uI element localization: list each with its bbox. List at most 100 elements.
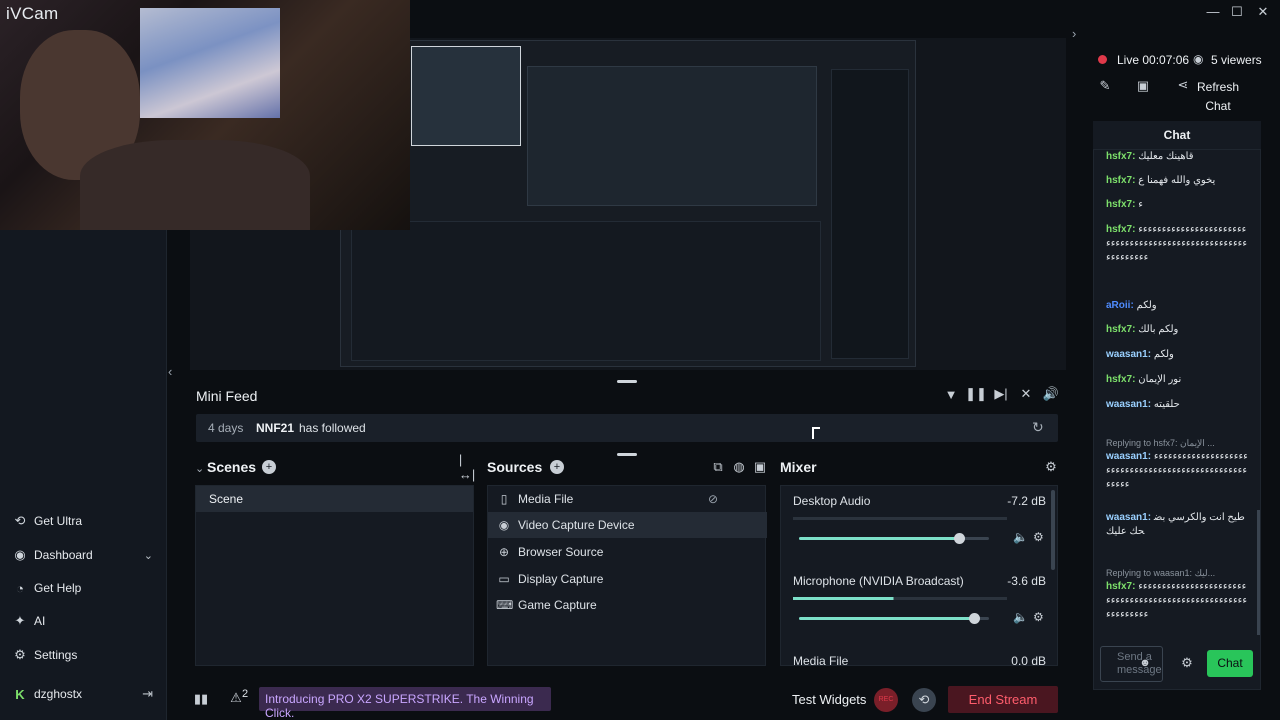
record-button[interactable]: REC (874, 688, 898, 712)
mixer-channel-db: 0.0 dB (1011, 654, 1046, 666)
edit-pencil-icon[interactable]: ✎ (1097, 78, 1113, 94)
mixer-channel-db: -3.6 dB (1007, 574, 1046, 588)
resize-handle[interactable] (617, 453, 637, 456)
preview-canvas[interactable] (340, 40, 916, 367)
channel-settings-gear-icon[interactable]: ⚙ (1033, 530, 1044, 544)
mouse-cursor-icon (812, 427, 820, 439)
chat-username[interactable]: hsfx7: (1106, 199, 1135, 210)
chat-username[interactable]: waasan1: (1106, 512, 1151, 523)
refresh-chat-button[interactable]: Refresh Chat (1188, 78, 1248, 116)
feed-event[interactable]: 4 days NNF21 has followed ↻ (196, 414, 1058, 442)
source-item-game-capture[interactable]: ⌨ Game Capture (488, 592, 767, 618)
chat-username[interactable]: waasan1: (1106, 399, 1151, 410)
source-group-icon[interactable]: ⧉ (711, 459, 725, 474)
chat-username[interactable]: hsfx7: (1106, 581, 1135, 592)
source-item-video-capture[interactable]: ◉ Video Capture Device (488, 512, 767, 538)
sidebar-item-ai[interactable]: ✦ AI (0, 606, 167, 636)
chat-message[interactable]: aRoii: ولكم (1106, 299, 1251, 319)
gear-icon: ⚙ (14, 647, 26, 662)
chat-settings-gear-icon[interactable]: ⚙ (1180, 655, 1194, 670)
sidebar-item-settings[interactable]: ⚙ Settings (0, 640, 167, 670)
minimize-button[interactable]: — (1200, 3, 1226, 21)
scene-item[interactable]: Scene (196, 486, 473, 512)
filter-icon[interactable]: ▼ (943, 386, 959, 402)
sidebar-item-get-help[interactable]: ◔ Get Help (0, 573, 167, 603)
logout-icon[interactable]: ⇥ (142, 686, 153, 702)
chat-reply-context: Replying to waasan1: ليك... (1106, 568, 1216, 578)
chat-message[interactable]: Replying to hsfx7: الإيمان ... waasan1: ء… (1106, 436, 1251, 506)
globe-icon: ⊕ (498, 545, 510, 559)
source-visibility-icon[interactable]: ◍ (732, 459, 746, 474)
chat-message[interactable]: hsfx7: نور الإيمان (1106, 373, 1251, 393)
sources-title: Sources (487, 459, 543, 475)
mixer-scrollbar[interactable] (1051, 490, 1055, 570)
volume-slider[interactable] (799, 533, 989, 544)
record-camera-icon[interactable]: ▣ (1135, 78, 1151, 94)
chat-message[interactable]: Replying to waasan1: ليك... hsfx7: ءءءءءء… (1106, 566, 1251, 636)
source-item-media-file[interactable]: ▯ Media File ⊘ (488, 486, 767, 512)
mute-alerts-icon[interactable]: ✕ (1018, 386, 1034, 402)
close-button[interactable]: ✕ (1250, 3, 1276, 21)
chat-message[interactable]: hsfx7: يخوي والله فهمنا ع (1106, 174, 1251, 194)
chat-message[interactable]: hsfx7: قاهينك معليك (1106, 150, 1251, 170)
sidebar-item-label: Settings (34, 648, 78, 662)
chat-username[interactable]: hsfx7: (1106, 151, 1135, 162)
replay-buffer-button[interactable]: ⟲ (912, 688, 936, 712)
preview-source-frame[interactable] (411, 46, 521, 146)
collapse-right-arrow-icon[interactable]: › (1072, 26, 1086, 42)
chat-text: نور الإيمان (1138, 374, 1182, 385)
chat-message[interactable]: hsfx7: ء (1106, 198, 1251, 218)
speaker-icon[interactable]: 🔈 (1013, 610, 1028, 624)
add-scene-button[interactable]: + (262, 460, 276, 474)
volume-slider-knob[interactable] (969, 613, 980, 624)
source-item-browser-source[interactable]: ⊕ Browser Source (488, 539, 767, 565)
chat-message[interactable]: waasan1: طيح انت والكرسي بضحك عليك (1106, 511, 1251, 551)
warning-icon[interactable]: ⚠ (229, 690, 243, 706)
source-folder-icon[interactable]: ▣ (753, 459, 767, 474)
mixer-channel-name: Microphone (NVIDIA Broadcast) (793, 574, 964, 588)
chat-message-input[interactable]: Send a message (1100, 646, 1163, 682)
chat-title: Chat (1093, 121, 1261, 149)
chat-username[interactable]: waasan1: (1106, 451, 1151, 462)
channel-settings-gear-icon[interactable]: ⚙ (1033, 610, 1044, 624)
chat-scrollbar[interactable] (1257, 510, 1260, 635)
chat-message[interactable]: hsfx7: ولكم بالك (1106, 323, 1251, 343)
chat-username[interactable]: hsfx7: (1106, 324, 1135, 335)
resize-handle[interactable] (617, 380, 637, 383)
pause-icon[interactable]: ❚❚ (965, 386, 987, 402)
add-source-button[interactable]: + (550, 460, 564, 474)
emote-icon[interactable]: ☻ (1138, 656, 1152, 670)
chat-username[interactable]: hsfx7: (1106, 175, 1135, 186)
sidebar-item-dashboard[interactable]: ◉ Dashboard ⌄ (0, 540, 167, 570)
volume-icon[interactable]: 🔊 (1043, 386, 1059, 402)
chat-message[interactable]: waasan1: ولكم (1106, 348, 1251, 368)
speaker-icon[interactable]: 🔈 (1013, 530, 1028, 544)
scenes-collapse-icon[interactable]: ⌄ (195, 462, 204, 475)
volume-slider[interactable] (799, 613, 989, 624)
test-widgets-button[interactable]: Test Widgets (792, 692, 866, 707)
viewer-count: 5 viewers (1211, 53, 1262, 67)
source-item-display-capture[interactable]: ▭ Display Capture (488, 566, 767, 592)
chat-message[interactable]: hsfx7: ءءءءءءءءءءءءءءءءءءءءءءءءءءءءءءءءء… (1106, 223, 1251, 293)
maximize-button[interactable]: ☐ (1224, 3, 1250, 21)
stats-bar-chart-icon[interactable]: ▮▮ (194, 691, 208, 707)
collapse-left-arrow-icon[interactable]: ‹ (168, 364, 182, 380)
volume-slider-knob[interactable] (954, 533, 965, 544)
end-stream-button[interactable]: End Stream (948, 686, 1058, 713)
chat-text: ولكم (1136, 300, 1157, 311)
sidebar-item-get-ultra[interactable]: ⟲ Get Ultra (0, 506, 167, 536)
user-profile[interactable]: Kdzghostx ⇥ (0, 679, 167, 709)
send-chat-button[interactable]: Chat (1207, 650, 1253, 677)
chat-username[interactable]: hsfx7: (1106, 374, 1135, 385)
volume-meter (793, 517, 1007, 520)
chat-username[interactable]: hsfx7: (1106, 224, 1135, 235)
skip-icon[interactable]: ▶| (993, 386, 1009, 402)
mixer-settings-gear-icon[interactable]: ⚙ (1044, 459, 1058, 474)
replay-icon[interactable]: ↻ (1032, 419, 1044, 436)
chat-username[interactable]: waasan1: (1106, 349, 1151, 360)
promo-banner[interactable]: Introducing PRO X2 SUPERSTRIKE. The Winn… (259, 687, 551, 720)
chat-username[interactable]: aRoii: (1106, 300, 1134, 311)
scene-transitions-icon[interactable]: |↔| (459, 452, 475, 482)
hidden-eye-icon[interactable]: ⊘ (708, 492, 718, 506)
chat-message[interactable]: waasan1: حلقيته (1106, 398, 1251, 418)
